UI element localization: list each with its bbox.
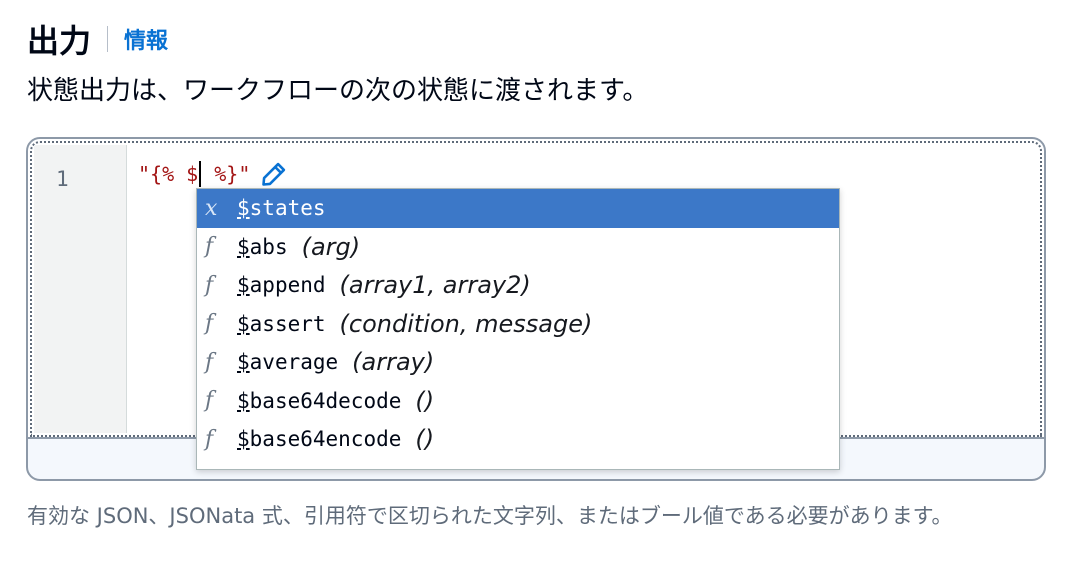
autocomplete-item-args: (array): [352, 348, 435, 377]
variable-kind-icon: x: [205, 195, 218, 221]
autocomplete-item-average[interactable]: f $average (array): [197, 343, 839, 382]
text-cursor: [199, 161, 202, 187]
code-line[interactable]: "{% $ %}": [138, 159, 288, 189]
function-kind-icon: f: [205, 272, 214, 298]
section-description: 状態出力は、ワークフローの次の状態に渡されます。: [27, 76, 649, 106]
autocomplete-item-name: $average: [237, 350, 339, 375]
function-kind-icon: f: [205, 234, 214, 260]
autocomplete-item-args: (): [415, 425, 435, 454]
autocomplete-item-states[interactable]: x $states: [197, 189, 839, 228]
function-kind-icon: f: [205, 349, 214, 375]
header-divider: [107, 26, 109, 52]
autocomplete-item-base64encode[interactable]: f $base64encode (): [197, 420, 839, 459]
autocomplete-item-name: $base64encode: [237, 427, 402, 452]
autocomplete-item-append[interactable]: f $append (array1, array2): [197, 266, 839, 305]
autocomplete-item-base64decode[interactable]: f $base64decode (): [197, 382, 839, 421]
autocomplete-item-name: $assert: [237, 311, 326, 336]
autocomplete-item-name: $abs: [237, 234, 288, 259]
autocomplete-item-name: $append: [237, 273, 326, 298]
page-title: 出力: [27, 22, 92, 60]
pencil-icon[interactable]: [260, 160, 288, 188]
function-kind-icon: f: [205, 311, 214, 337]
autocomplete-item-args: (): [415, 386, 435, 415]
autocomplete-item-args: (arg): [301, 232, 361, 261]
code-text-after-cursor: %}": [202, 162, 251, 186]
info-link[interactable]: 情報: [124, 23, 168, 55]
function-kind-icon: f: [205, 388, 214, 414]
autocomplete-item-name: $states: [237, 196, 326, 221]
function-kind-icon: f: [205, 426, 214, 452]
code-text-before-cursor: "{% $: [138, 162, 199, 186]
autocomplete-item-args: (array1, array2): [339, 271, 531, 300]
line-number: 1: [56, 167, 69, 191]
line-gutter: 1: [34, 145, 127, 433]
autocomplete-popup[interactable]: x $states f $abs (arg) f $append (array1…: [196, 188, 840, 470]
section-header: 出力 情報: [27, 16, 168, 62]
constraint-help-text: 有効な JSON、JSONata 式、引用符で区切られた文字列、またはブール値で…: [27, 504, 953, 528]
autocomplete-item-args: (condition, message): [339, 309, 593, 338]
autocomplete-item-name: $base64decode: [237, 388, 402, 413]
autocomplete-item-assert[interactable]: f $assert (condition, message): [197, 305, 839, 344]
autocomplete-item-abs[interactable]: f $abs (arg): [197, 228, 839, 267]
